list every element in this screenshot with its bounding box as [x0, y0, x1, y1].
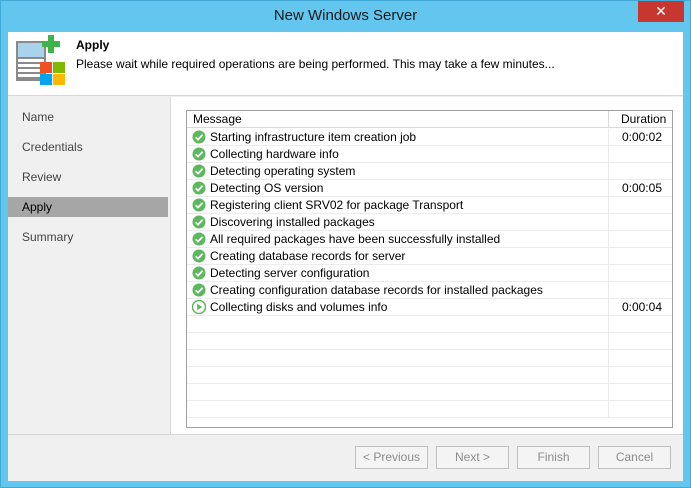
row-message: Detecting OS version [210, 181, 324, 195]
cancel-button[interactable]: Cancel [598, 446, 671, 469]
table-row[interactable]: Creating configuration database records … [187, 282, 672, 299]
table-row[interactable]: Registering client SRV02 for package Tra… [187, 197, 672, 214]
success-check-icon [192, 130, 206, 144]
success-check-icon [192, 147, 206, 161]
close-button[interactable]: ✕ [638, 1, 684, 22]
row-message: Detecting operating system [210, 164, 356, 178]
close-icon: ✕ [655, 3, 667, 19]
sidebar-item-review[interactable]: Review [8, 167, 168, 187]
success-check-icon [192, 249, 206, 263]
row-duration: 0:00:05 [608, 180, 672, 197]
row-message: All required packages have been successf… [210, 232, 501, 246]
row-duration [608, 401, 672, 418]
success-check-icon [192, 232, 206, 246]
dialog-window: New Windows Server ✕ Apply Please wait w… [0, 0, 691, 488]
row-duration [608, 248, 672, 265]
running-icon [192, 300, 206, 314]
previous-button[interactable]: < Previous [355, 446, 428, 469]
row-duration [608, 214, 672, 231]
page-description: Please wait while required operations ar… [76, 57, 555, 71]
wizard-steps-sidebar: Name Credentials Review Apply Summary [8, 97, 171, 434]
row-message: Discovering installed packages [210, 215, 375, 229]
sidebar-item-credentials[interactable]: Credentials [8, 137, 168, 157]
success-check-icon [192, 266, 206, 280]
row-duration [608, 163, 672, 180]
page-title: Apply [76, 38, 110, 52]
row-message: Detecting server configuration [210, 266, 370, 280]
dialog-client: Apply Please wait while required operati… [8, 32, 683, 481]
row-duration [608, 350, 672, 367]
next-button[interactable]: Next > [436, 446, 509, 469]
window-title: New Windows Server [273, 7, 418, 24]
row-duration [608, 146, 672, 163]
windows-server-add-icon [16, 35, 65, 85]
table-row[interactable]: Collecting hardware info [187, 146, 672, 163]
column-header-message[interactable]: Message [193, 111, 242, 128]
operations-log-table[interactable]: Message Duration Starting infrastructure… [186, 110, 673, 428]
row-message: Creating database records for server [210, 249, 406, 263]
row-duration [608, 231, 672, 248]
finish-button[interactable]: Finish [517, 446, 590, 469]
row-message: Registering client SRV02 for package Tra… [210, 198, 464, 212]
row-duration: 0:00:02 [608, 129, 672, 146]
row-duration [608, 282, 672, 299]
row-message: Collecting hardware info [210, 147, 339, 161]
empty-table-row [187, 350, 672, 367]
wizard-header: Apply Please wait while required operati… [8, 32, 683, 96]
empty-table-row [187, 316, 672, 333]
table-row[interactable]: Creating database records for server [187, 248, 672, 265]
success-check-icon [192, 215, 206, 229]
table-header: Message Duration [187, 111, 672, 128]
table-row[interactable]: Detecting OS version 0:00:05 [187, 180, 672, 197]
empty-table-row [187, 401, 672, 418]
wizard-footer: < Previous Next > Finish Cancel [8, 434, 683, 481]
table-row[interactable]: Collecting disks and volumes info 0:00:04 [187, 299, 672, 316]
column-separator[interactable] [608, 111, 609, 128]
content-panel: Message Duration Starting infrastructure… [171, 97, 683, 434]
success-check-icon [192, 164, 206, 178]
row-message: Starting infrastructure item creation jo… [210, 130, 417, 144]
row-message: Collecting disks and volumes info [210, 300, 388, 314]
row-duration: 0:00:04 [608, 299, 672, 316]
row-message: Creating configuration database records … [210, 283, 543, 297]
success-check-icon [192, 198, 206, 212]
row-duration [608, 384, 672, 401]
empty-table-row [187, 333, 672, 350]
table-row[interactable]: All required packages have been successf… [187, 231, 672, 248]
sidebar-item-summary[interactable]: Summary [8, 227, 168, 247]
row-duration [608, 197, 672, 214]
empty-table-row [187, 384, 672, 401]
table-row[interactable]: Detecting server configuration [187, 265, 672, 282]
table-row[interactable]: Discovering installed packages [187, 214, 672, 231]
table-row[interactable]: Detecting operating system [187, 163, 672, 180]
success-check-icon [192, 283, 206, 297]
empty-table-row [187, 367, 672, 384]
row-duration [608, 265, 672, 282]
success-check-icon [192, 181, 206, 195]
column-header-duration[interactable]: Duration [621, 111, 666, 128]
sidebar-item-name[interactable]: Name [8, 107, 168, 127]
sidebar-item-apply[interactable]: Apply [8, 197, 168, 217]
table-body: Starting infrastructure item creation jo… [187, 129, 672, 418]
title-bar[interactable]: New Windows Server ✕ [1, 1, 690, 32]
row-duration [608, 367, 672, 384]
row-duration [608, 316, 672, 333]
table-row[interactable]: Starting infrastructure item creation jo… [187, 129, 672, 146]
row-duration [608, 333, 672, 350]
